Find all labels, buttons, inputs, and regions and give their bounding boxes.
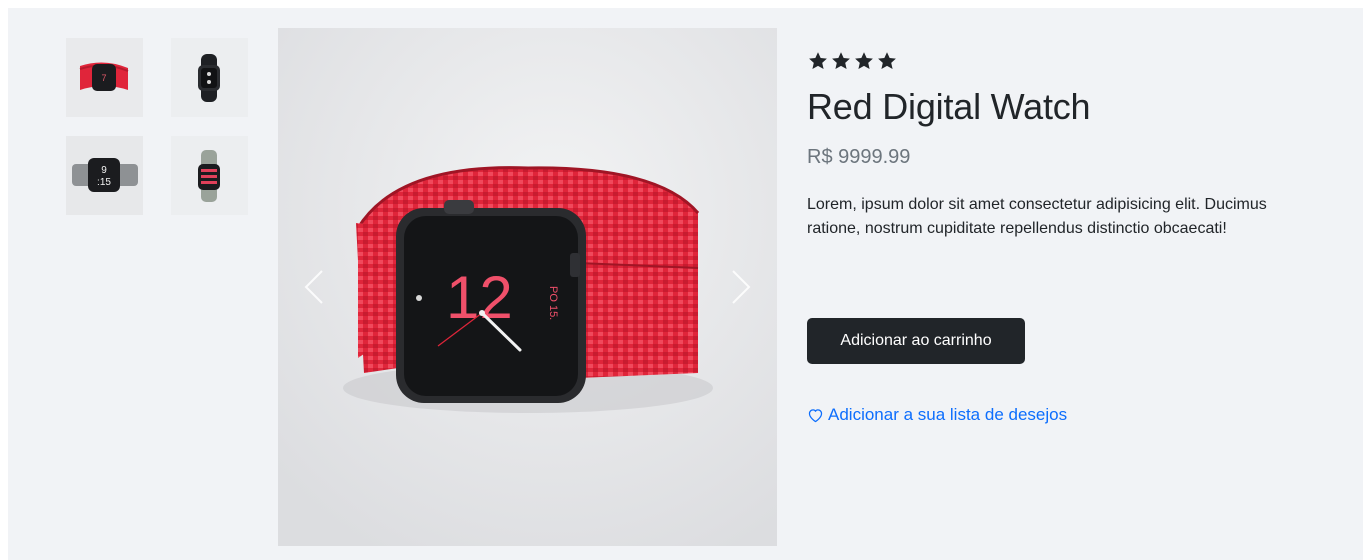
thumbnail-gray-watch[interactable]: 9 :15 [66,136,143,215]
svg-text:9: 9 [101,165,107,176]
thumbnail-gallery: 7 9 :15 [66,38,248,215]
star-filled-icon [855,52,873,69]
svg-text:7: 7 [101,73,106,83]
add-to-wishlist-link[interactable]: Adicionar a sua lista de desejos [807,405,1067,425]
star-filled-icon [832,52,850,69]
star-filled-icon [878,52,896,69]
gray-watch-thumbnail-icon: 9 :15 [66,136,143,215]
thumbnail-black-watch[interactable] [171,38,248,117]
carousel-prev-button[interactable] [296,263,336,311]
carousel-next-button[interactable] [719,263,759,311]
product-description: Lorem, ipsum dolor sit amet consectetur … [807,196,1267,237]
wishlist-label: Adicionar a sua lista de desejos [828,405,1068,424]
black-watch-thumbnail-icon [171,38,248,117]
chevron-left-icon [304,270,323,304]
thumbnail-pink-watch[interactable] [171,136,248,215]
product-title: Red Digital Watch [807,86,1091,127]
rating-stars [807,50,898,72]
svg-text::15: :15 [97,177,111,188]
product-price: R$ 9999.99 [807,146,911,168]
thumbnail-red-watch[interactable]: 7 [66,38,143,117]
add-to-cart-button[interactable]: Adicionar ao carrinho [807,318,1025,364]
svg-text:12: 12 [446,264,513,331]
svg-text:PO 15.: PO 15. [547,286,559,320]
red-watch-image: 12 PO 15. [278,28,777,546]
product-image-carousel[interactable]: 12 PO 15. [278,28,777,546]
chevron-right-icon [732,270,751,304]
red-watch-thumbnail-icon: 7 [66,38,143,117]
heart-outline-icon [808,408,823,422]
pink-watch-thumbnail-icon [171,136,248,215]
star-filled-icon [809,52,827,69]
